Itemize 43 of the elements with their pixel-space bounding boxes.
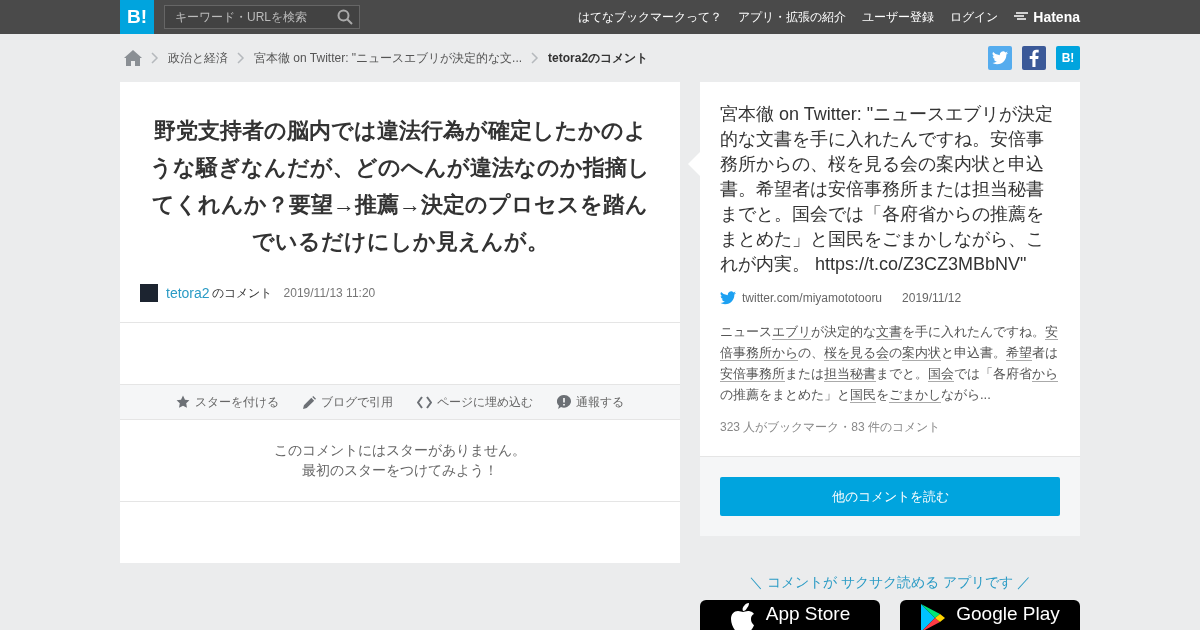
apple-icon bbox=[729, 603, 756, 630]
entry-excerpt: ニュース エブリが決定的な文書を手に入れたんですね。安倍事務所からの、桜を見る会の案内状と申込書。希望者は 安倍事務所または担当秘書までと。国会では「各府省から の推薦をまとめた」と 国民をごまかし ながら... bbox=[720, 323, 1059, 405]
star-icon bbox=[176, 395, 190, 409]
share-twitter-button[interactable] bbox=[988, 46, 1012, 70]
action-link[interactable]: 通報する bbox=[557, 393, 624, 411]
search-icon[interactable] bbox=[337, 9, 353, 25]
breadcrumb-link[interactable]: 宮本徹 on Twitter: "ニュースエブリが決定的な文... bbox=[254, 49, 523, 67]
app-store-button[interactable]: App Store bbox=[700, 600, 880, 630]
entry-title[interactable]: 宮本徹 on Twitter: "ニュースエブリが決定的な文書を手に入れたんですね。安倍事務所からの、桜を見る会の案内状と申込書。希望者は安倍事務所または担当秘書までと。国会では「各府省からの推薦をまとめた」と国民をごまかしながら、これが内実。 https://t.co/Z3CZ3MBbNV" bbox=[720, 102, 1060, 277]
play-triangle-icon bbox=[920, 603, 947, 630]
google-play-button[interactable]: Google Play bbox=[900, 600, 1080, 630]
nav-link[interactable]: ユーザー登録 bbox=[862, 8, 935, 26]
bird-icon bbox=[720, 291, 736, 305]
pencil-icon bbox=[303, 395, 316, 409]
chevron-icon bbox=[151, 52, 159, 64]
search-field[interactable]: キーワード・URLを検索 bbox=[164, 5, 360, 29]
action-link[interactable]: ブログで引用 bbox=[303, 393, 393, 411]
bookmark-stats-link[interactable]: 323 人がブックマーク・83 件のコメント bbox=[720, 419, 1060, 436]
breadcrumb-current: tetora2のコメント bbox=[548, 49, 649, 67]
no-star-message: このコメントにはスターがありません。 bbox=[274, 441, 526, 460]
bird-icon bbox=[992, 51, 1008, 65]
comment-time: 2019/11/13 11:20 bbox=[283, 286, 376, 300]
speech-bubble-icon bbox=[557, 395, 571, 409]
source-link[interactable]: twitter.com/miyamototooru bbox=[742, 291, 883, 305]
home-icon[interactable] bbox=[124, 50, 142, 66]
entry-date: 2019/11/12 bbox=[902, 291, 962, 305]
chevron-icon bbox=[237, 52, 245, 64]
no-star-message: 最初のスターをつけてみよう！ bbox=[302, 461, 498, 480]
letter-f-icon bbox=[1029, 49, 1039, 67]
app-tagline: ＼ コメントが サクサク読める アプリです ／ bbox=[748, 574, 1032, 592]
nav-link[interactable]: ログイン bbox=[950, 8, 999, 26]
avatar-image bbox=[140, 284, 158, 302]
nav-link[interactable]: アプリ・拡張の紹介 bbox=[738, 8, 847, 26]
chevron-icon bbox=[531, 52, 540, 64]
hatena-logo[interactable]: Hatena bbox=[1014, 9, 1080, 25]
comment-text: 野党支持者の脳内では違法行為が確定したかのような騒ぎなんだが、どのへんが違法なのか指摘してくれんか？要望→推薦→決定のプロセスを踏んでいるだけにしか見えんが。 bbox=[150, 117, 650, 256]
action-link[interactable]: スターを付ける bbox=[176, 393, 279, 411]
action-link[interactable]: ページに埋め込む bbox=[417, 393, 533, 411]
comment-label: のコメント bbox=[211, 284, 272, 302]
share-facebook-button[interactable] bbox=[1022, 46, 1046, 70]
nav-link[interactable]: はてなブックマークって？ bbox=[578, 8, 723, 26]
code-icon bbox=[417, 395, 432, 409]
breadcrumb-link[interactable]: 政治と経済 bbox=[168, 49, 228, 67]
